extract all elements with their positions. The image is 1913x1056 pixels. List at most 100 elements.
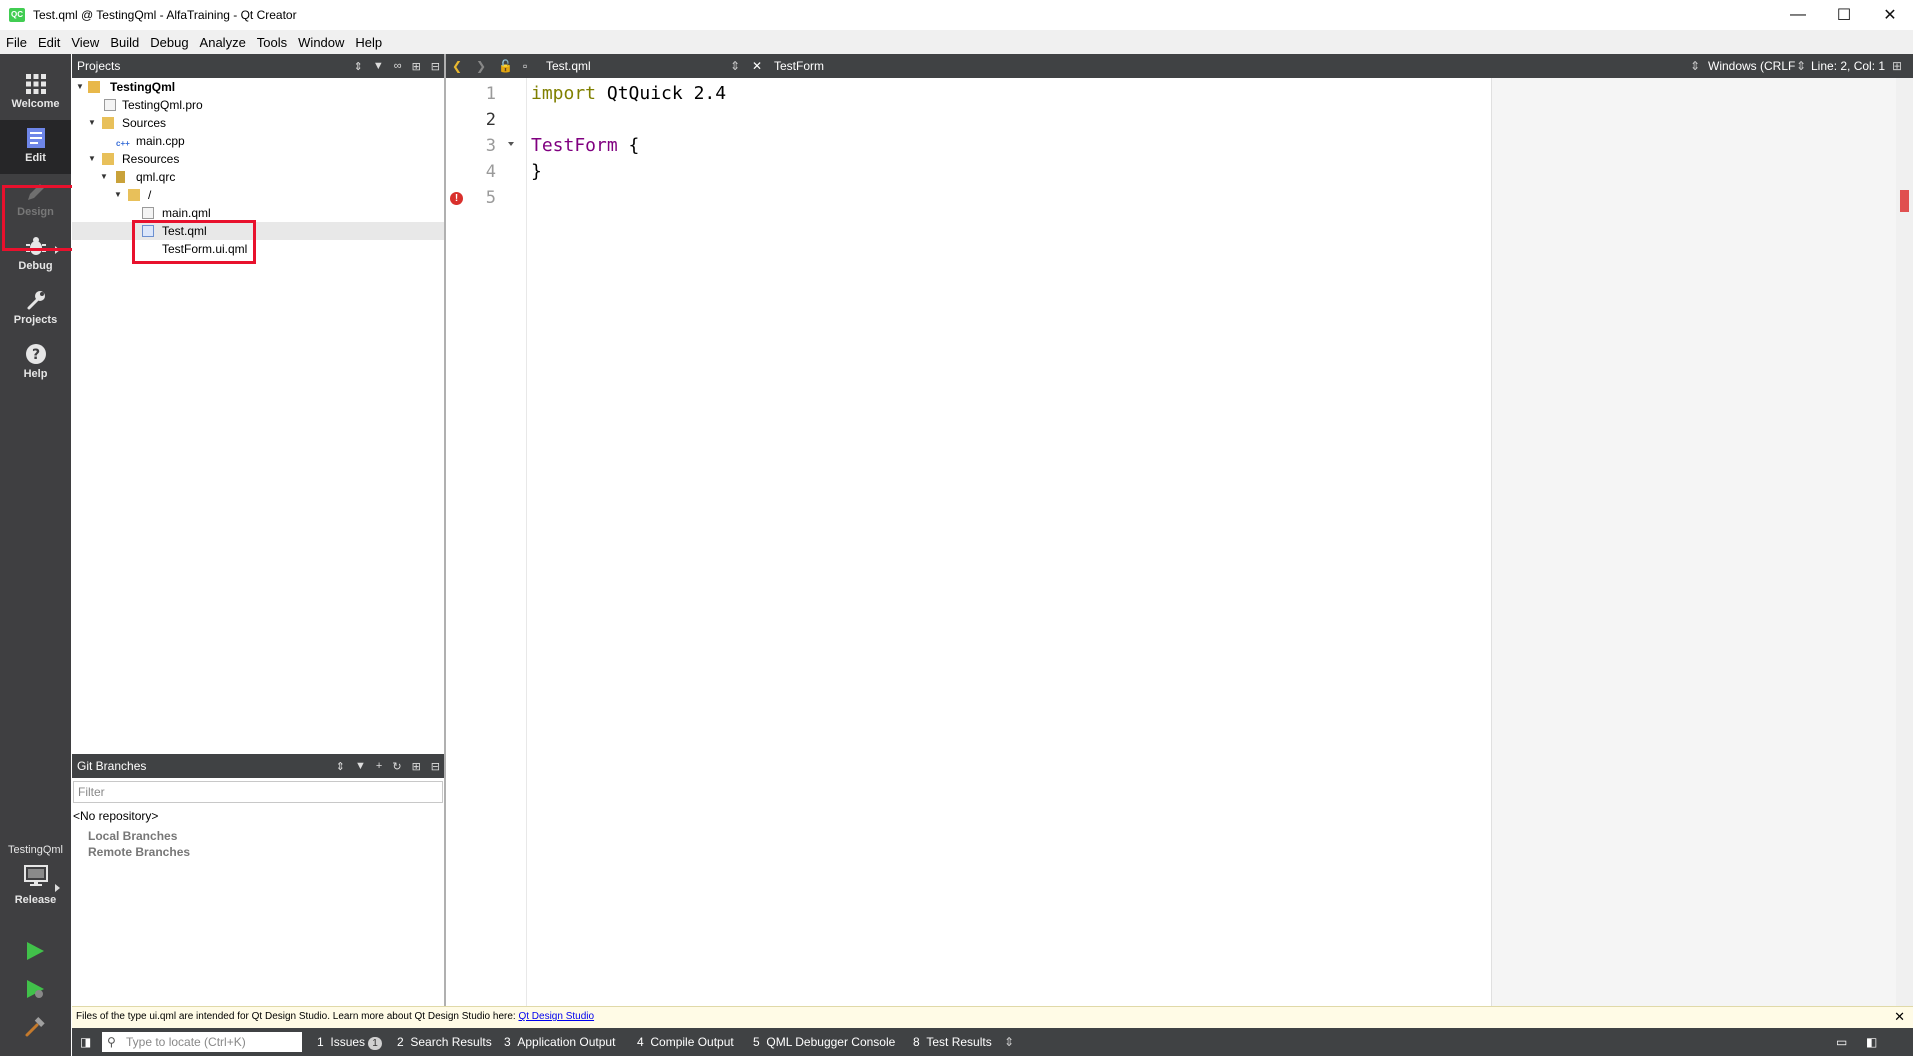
tree-row-root-folder[interactable]: ▼ / — [72, 186, 444, 204]
tree-row-project[interactable]: ▼ TestingQml — [72, 78, 444, 96]
more-tabs-icon[interactable]: ⇕ — [1004, 1028, 1014, 1056]
locator-input[interactable]: ⚲ Type to locate (Ctrl+K) — [102, 1032, 302, 1052]
split-icon[interactable]: ⊞ — [412, 60, 421, 73]
tree-row-resources[interactable]: ▼ Resources — [72, 150, 444, 168]
run-button[interactable] — [24, 940, 46, 965]
menu-debug[interactable]: Debug — [150, 35, 188, 50]
mode-edit[interactable]: Edit — [0, 120, 71, 174]
view-switch-icon[interactable]: ⇕ — [354, 60, 363, 73]
line-ending-combo[interactable]: Windows (CRLF — [1708, 54, 1795, 78]
window-title: Test.qml @ TestingQml - AlfaTraining - Q… — [33, 8, 297, 22]
maximize-button[interactable]: ☐ — [1821, 0, 1867, 30]
menu-build[interactable]: Build — [110, 35, 139, 50]
lock-icon[interactable]: 🔓 — [498, 54, 513, 78]
menu-help[interactable]: Help — [355, 35, 382, 50]
tab-number: 1 — [317, 1035, 324, 1049]
add-icon[interactable]: + — [376, 760, 382, 772]
code-editor[interactable] — [526, 78, 1491, 1006]
error-marker-icon[interactable]: ! — [450, 192, 463, 205]
split-icon[interactable]: ⊞ — [1892, 54, 1902, 78]
cpp-file-icon: c++ — [116, 139, 130, 148]
combo-arrows-icon[interactable]: ⇕ — [1690, 54, 1700, 78]
cursor-position[interactable]: Line: 2, Col: 1 — [1811, 54, 1885, 78]
kit-selector[interactable]: TestingQml Release — [0, 844, 71, 906]
git-filter-input[interactable]: Filter — [73, 781, 443, 803]
refresh-icon[interactable]: ↻ — [392, 760, 401, 773]
editor-scrollbar[interactable] — [1896, 78, 1913, 1006]
open-document-combo[interactable]: Test.qml — [546, 54, 591, 78]
toggle-sidebar-icon[interactable]: ◨ — [80, 1028, 91, 1056]
tab-application-output[interactable]: 3 Application Output — [504, 1028, 615, 1056]
wrench-icon — [27, 291, 45, 310]
git-remote-branches[interactable]: Remote Branches — [88, 845, 190, 859]
combo-arrows-icon[interactable]: ⇕ — [1796, 54, 1806, 78]
tree-label: TestingQml — [110, 80, 176, 94]
line-number: 2 — [485, 110, 496, 130]
tab-test-results[interactable]: 8 Test Results — [913, 1028, 992, 1056]
git-local-branches[interactable]: Local Branches — [88, 829, 177, 843]
minimize-button[interactable]: — — [1775, 0, 1821, 30]
tree-row-main-qml[interactable]: main.qml — [72, 204, 444, 222]
fold-marker-icon[interactable] — [508, 142, 514, 146]
view-switch-icon[interactable]: ⇕ — [336, 760, 345, 773]
collapse-arrow-icon[interactable]: ▼ — [88, 150, 98, 168]
tab-label: Application Output — [517, 1035, 616, 1049]
tree-row-main-cpp[interactable]: c++ main.cpp — [72, 132, 444, 150]
menu-file[interactable]: File — [6, 35, 27, 50]
infobar-text: Files of the type ui.qml are intended fo… — [76, 1011, 519, 1022]
error-indicator — [1900, 190, 1909, 212]
mode-edit-label: Edit — [25, 152, 46, 164]
close-window-button[interactable]: ✕ — [1867, 0, 1913, 30]
tree-row-test-qml[interactable]: Test.qml — [72, 222, 444, 240]
filter-icon[interactable]: ▼ — [373, 60, 384, 72]
tab-number: 8 — [913, 1035, 920, 1049]
menu-edit[interactable]: Edit — [38, 35, 60, 50]
combo-arrows-icon[interactable]: ⇕ — [730, 54, 740, 78]
menu-view[interactable]: View — [71, 35, 99, 50]
forward-arrow-icon[interactable]: ❯ — [476, 54, 486, 78]
tree-row-pro[interactable]: TestingQml.pro — [72, 96, 444, 114]
collapse-arrow-icon[interactable]: ▼ — [88, 114, 98, 132]
symbol-combo[interactable]: TestForm — [774, 54, 824, 78]
mode-projects[interactable]: Projects — [0, 282, 71, 336]
tree-row-sources[interactable]: ▼ Sources — [72, 114, 444, 132]
toggle-right-sidebar-icon[interactable]: ◧ — [1866, 1028, 1877, 1056]
mode-welcome[interactable]: Welcome — [0, 66, 71, 120]
sources-folder-icon — [102, 117, 114, 129]
tab-number: 4 — [637, 1035, 644, 1049]
menu-tools[interactable]: Tools — [257, 35, 287, 50]
tab-qml-debugger-console[interactable]: 5 QML Debugger Console — [753, 1028, 895, 1056]
close-pane-icon[interactable]: ⊟ — [431, 760, 440, 773]
tab-compile-output[interactable]: 4 Compile Output — [637, 1028, 734, 1056]
mode-help[interactable]: ? Help — [0, 336, 71, 390]
split-icon[interactable]: ⊞ — [412, 760, 421, 773]
locator-placeholder: Type to locate (Ctrl+K) — [126, 1035, 246, 1049]
kit-arrow-icon[interactable] — [55, 884, 60, 892]
back-arrow-icon[interactable]: ❮ — [452, 54, 462, 78]
link-icon[interactable]: ∞ — [394, 60, 402, 72]
debug-run-button[interactable] — [24, 978, 46, 1003]
close-pane-icon[interactable]: ⊟ — [431, 60, 440, 73]
filter-icon[interactable]: ▼ — [355, 760, 366, 772]
run-icon — [27, 942, 44, 960]
collapse-arrow-icon[interactable]: ▼ — [114, 186, 124, 204]
qt-design-studio-link[interactable]: Qt Design Studio — [518, 1011, 594, 1022]
close-document-icon[interactable]: ✕ — [752, 54, 762, 78]
tab-search-results[interactable]: 2 Search Results — [397, 1028, 492, 1056]
editor-toolbar: ❮ ❯ 🔓 ▫ Test.qml ⇕ ✕ TestForm ⇕ Windows … — [446, 54, 1913, 78]
menu-window[interactable]: Window — [298, 35, 344, 50]
collapse-arrow-icon[interactable]: ▼ — [100, 168, 110, 186]
line-number: 4 — [485, 162, 496, 182]
collapse-arrow-icon[interactable]: ▼ — [76, 78, 86, 96]
close-infobar-icon[interactable]: ✕ — [1894, 1007, 1905, 1027]
tab-issues[interactable]: 1 Issues 1 — [317, 1028, 383, 1056]
tree-row-qml-qrc[interactable]: ▼ qml.qrc — [72, 168, 444, 186]
tree-row-testform-ui-qml[interactable]: TestForm.ui.qml — [72, 240, 444, 258]
tree-label: main.cpp — [136, 134, 185, 148]
build-button[interactable] — [24, 1016, 46, 1041]
menu-analyze[interactable]: Analyze — [200, 35, 246, 50]
mode-help-label: Help — [23, 368, 48, 380]
toggle-output-icon[interactable]: ▭ — [1836, 1028, 1847, 1056]
file-qml-icon: ▫ — [523, 59, 528, 73]
tree-label: Sources — [122, 116, 167, 130]
